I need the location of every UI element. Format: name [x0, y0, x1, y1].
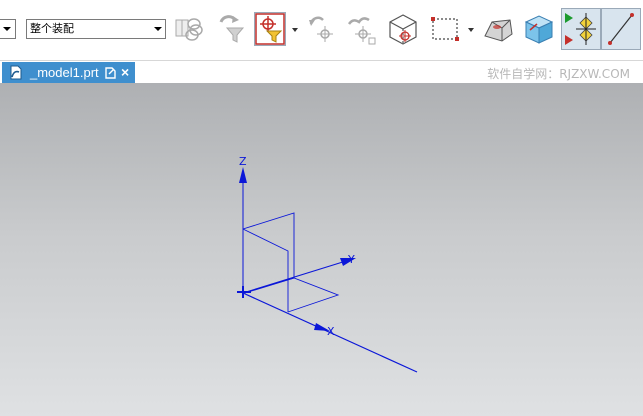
- part-file-icon: [10, 65, 22, 80]
- static-wireframe-button[interactable]: [521, 10, 557, 48]
- render-style-button[interactable]: [480, 10, 516, 48]
- x-axis-label: X: [327, 325, 335, 338]
- line-icon: [608, 13, 634, 45]
- chevron-down-icon: [3, 27, 11, 31]
- chevron-down-icon[interactable]: [292, 28, 298, 32]
- chevron-down-icon: [154, 27, 162, 31]
- undo-point-icon: [309, 16, 333, 42]
- select-edit-button[interactable]: [561, 8, 601, 50]
- rectangle-select-button[interactable]: [428, 10, 464, 48]
- features-icon: [175, 18, 203, 41]
- reset-filter-button[interactable]: [213, 10, 249, 48]
- chevron-down-icon[interactable]: [468, 28, 474, 32]
- wireframe-cube-icon: [389, 14, 417, 45]
- tab-model1[interactable]: _model1.prt ×: [2, 62, 135, 84]
- z-axis-arrow: [239, 167, 247, 183]
- yz-plane: [242, 212, 295, 294]
- selection-rectangle-icon: [431, 17, 459, 41]
- selection-scope-value: 整个装配: [30, 22, 74, 35]
- crosshair-filter-icon: [255, 13, 285, 45]
- selection-scope-dropdown[interactable]: 整个装配: [26, 19, 166, 39]
- quick-pick-button[interactable]: [343, 10, 379, 48]
- move-handles-icon: [565, 13, 596, 45]
- document-tab-bar: _model1.prt × 软件自学网：RJZXW.COM: [0, 60, 643, 84]
- type-filter-dropdown[interactable]: [0, 19, 16, 39]
- show-hidden-edges-button[interactable]: [385, 10, 421, 48]
- y-axis-label: Y: [347, 253, 355, 266]
- quick-pick-icon: [347, 17, 376, 45]
- select-features-button[interactable]: [170, 10, 206, 48]
- pin-icon[interactable]: [105, 67, 116, 79]
- shaded-solid-icon: [484, 19, 513, 42]
- snap-filter-button[interactable]: [254, 12, 286, 46]
- graphics-viewport[interactable]: Z Y X: [0, 83, 643, 416]
- tab-filename: _model1.prt: [30, 65, 99, 80]
- z-axis-label: Z: [239, 155, 247, 168]
- undo-selection-button[interactable]: [303, 10, 339, 48]
- toolbar: 整个装配: [0, 0, 643, 60]
- blue-cube-icon: [524, 15, 554, 44]
- filter-reset-icon: [219, 15, 245, 43]
- close-icon[interactable]: ×: [121, 64, 129, 80]
- xy-plane: [242, 277, 340, 313]
- xz-plane: [242, 228, 289, 312]
- watermark: 软件自学网：RJZXW.COM: [487, 67, 630, 81]
- datum-csys: Z Y X: [237, 155, 418, 373]
- line-tool-button[interactable]: [601, 8, 641, 50]
